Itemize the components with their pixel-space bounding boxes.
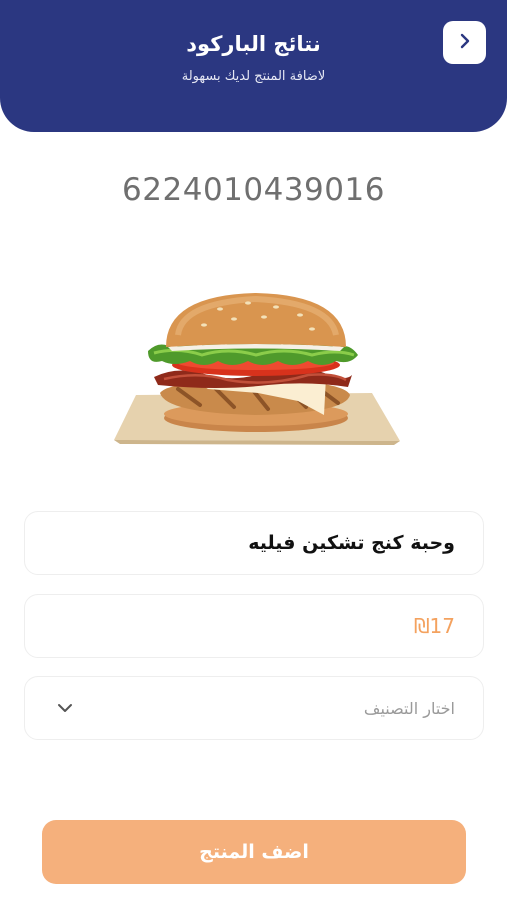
product-name: وحبة كنج تشكين فيليه — [248, 532, 455, 554]
category-placeholder: اختار التصنيف — [363, 698, 455, 718]
product-image — [108, 285, 408, 455]
page-subtitle: لاضافة المنتج لديك بسهولة — [181, 69, 326, 84]
add-product-button[interactable]: اضف المنتج — [42, 820, 466, 884]
category-select[interactable]: اختار التصنيف — [24, 676, 484, 740]
page-title: نتائج الباركود — [186, 32, 321, 56]
product-name-field[interactable]: وحبة كنج تشكين فيليه — [24, 511, 484, 575]
chevron-right-icon — [458, 32, 472, 54]
product-price-field[interactable]: ₪17 — [24, 594, 484, 658]
chevron-down-icon — [53, 696, 77, 720]
back-button[interactable] — [443, 21, 486, 64]
barcode-results-screen: نتائج الباركود لاضافة المنتج لديك بسهولة… — [0, 0, 507, 900]
product-price: ₪17 — [413, 614, 455, 638]
burger-image — [114, 293, 400, 445]
header: نتائج الباركود لاضافة المنتج لديك بسهولة — [0, 0, 507, 132]
barcode-number: 6224010439016 — [122, 172, 385, 208]
